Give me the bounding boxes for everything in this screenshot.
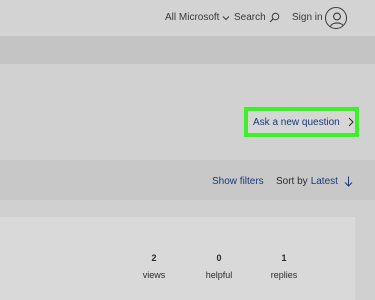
sort-by-label: Sort by	[276, 176, 308, 187]
avatar-icon[interactable]	[325, 7, 347, 29]
chevron-right-icon	[348, 117, 354, 127]
replies-label: replies	[270, 270, 298, 280]
nav-band	[0, 36, 375, 64]
helpful-label: helpful	[205, 270, 233, 280]
show-filters-link[interactable]: Show filters	[212, 176, 264, 187]
views-stat: 2 views	[134, 253, 174, 280]
search-icon	[269, 12, 279, 23]
arrow-down-icon	[344, 176, 353, 187]
replies-count: 1	[281, 253, 287, 263]
sort-control[interactable]: Sort by Latest	[276, 176, 353, 187]
helpful-stat: 0 helpful	[199, 253, 239, 280]
all-microsoft-label: All Microsoft	[165, 12, 220, 23]
sign-in-label: Sign in	[292, 12, 323, 23]
helpful-count: 0	[216, 253, 222, 263]
sign-in-link[interactable]: Sign in	[292, 12, 323, 23]
sort-value: Latest	[310, 176, 338, 187]
search-label: Search	[234, 12, 266, 23]
replies-stat: 1 replies	[264, 253, 304, 280]
all-microsoft-menu[interactable]: All Microsoft	[165, 12, 230, 23]
ask-new-question-button[interactable]: Ask a new question	[244, 107, 359, 137]
views-label: views	[142, 270, 166, 280]
search-button[interactable]: Search	[234, 12, 280, 23]
chevron-down-icon	[223, 15, 230, 20]
ask-new-question-label: Ask a new question	[253, 116, 340, 128]
views-count: 2	[151, 253, 157, 263]
